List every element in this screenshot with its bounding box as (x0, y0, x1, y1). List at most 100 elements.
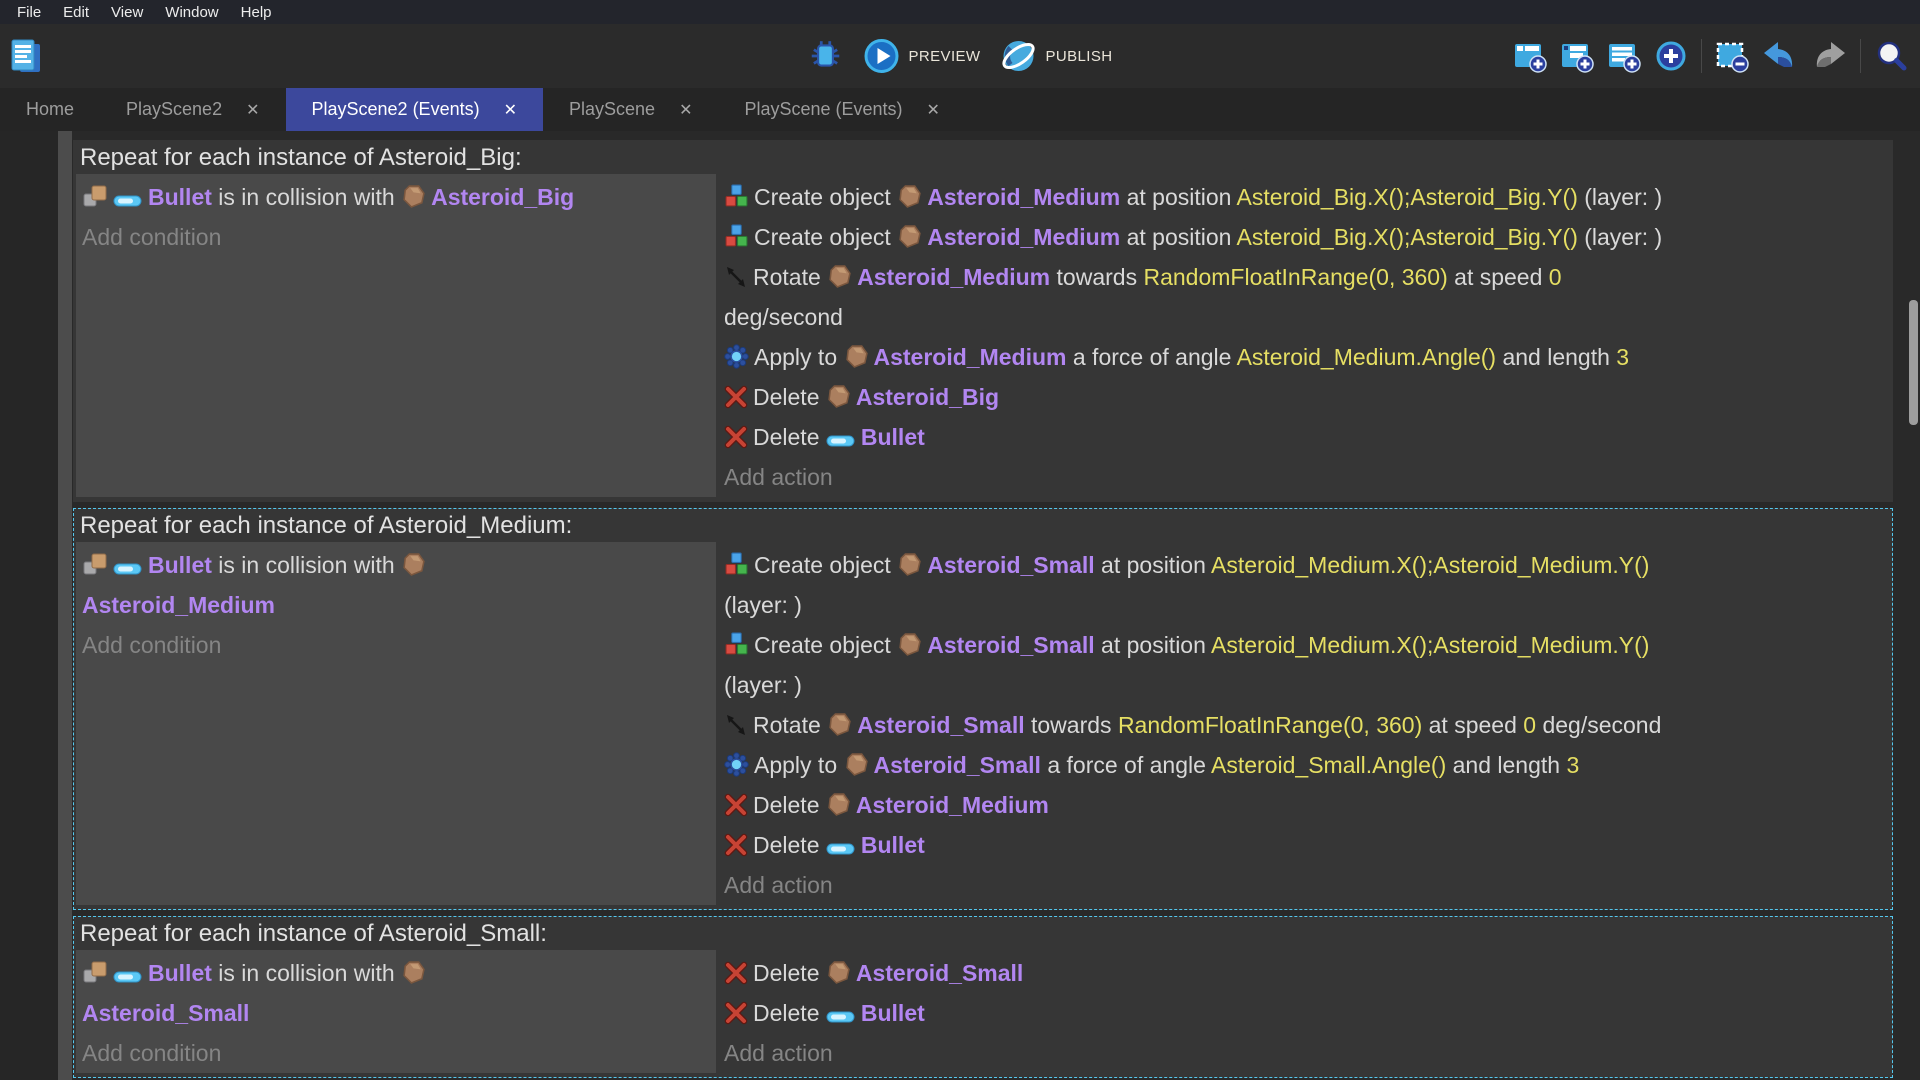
remove-selection-icon[interactable] (1715, 39, 1749, 73)
instruction-text: Delete (753, 960, 826, 986)
action-row[interactable]: Create object Asteroid_Medium at positio… (724, 217, 1882, 257)
project-manager-icon[interactable] (8, 36, 44, 76)
add-condition-button[interactable]: Add condition (82, 625, 708, 665)
event-header[interactable]: Repeat for each instance of Asteroid_Sma… (74, 917, 1892, 950)
expression-text: 0 (1549, 264, 1562, 290)
action-row[interactable]: Create object Asteroid_Small at position… (724, 545, 1882, 625)
add-action-button[interactable]: Add action (724, 865, 1882, 905)
instruction-text: and length (1446, 752, 1566, 778)
actions-column: Create object Asteroid_Small at position… (716, 542, 1892, 905)
action-row[interactable]: Delete Bullet (724, 993, 1882, 1033)
conditions-column: Bullet is in collision with Asteroid_Big… (76, 174, 716, 497)
action-row[interactable]: Delete Asteroid_Medium (724, 785, 1882, 825)
tab-close-icon[interactable]: ✕ (504, 100, 517, 120)
preview-button[interactable]: PREVIEW (864, 38, 981, 74)
vertical-scrollbar-thumb[interactable] (1909, 300, 1918, 425)
condition-row[interactable]: Bullet is in collision with Asteroid_Med… (82, 545, 708, 625)
bullet-object-icon (113, 552, 148, 578)
tab-home[interactable]: Home (0, 88, 100, 131)
add-condition-button[interactable]: Add condition (82, 1033, 708, 1073)
object-name: Asteroid_Medium (857, 264, 1050, 290)
instruction-text: Create object (754, 224, 897, 250)
collision-icon (82, 552, 113, 578)
asteroid-icon (897, 184, 927, 210)
asteroid-icon (826, 960, 856, 986)
instruction-text: Create object (754, 184, 897, 210)
menu-item-edit[interactable]: Edit (52, 4, 100, 21)
bullet-object-icon (826, 1000, 861, 1026)
tab-close-icon[interactable]: ✕ (927, 100, 940, 120)
menu-item-file[interactable]: File (6, 4, 52, 21)
instruction-text: Delete (753, 792, 826, 818)
action-row[interactable]: Rotate Asteroid_Medium towards RandomFlo… (724, 257, 1882, 337)
tab-playscene2[interactable]: PlayScene2✕ (100, 88, 285, 131)
event-block-2[interactable]: Repeat for each instance of Asteroid_Med… (73, 508, 1893, 910)
tab-playscene[interactable]: PlayScene ✕ (543, 88, 718, 131)
action-row[interactable]: Delete Bullet (724, 417, 1882, 457)
add-action-button[interactable]: Add action (724, 457, 1882, 497)
add-comment-icon[interactable] (1607, 39, 1641, 73)
condition-row[interactable]: Bullet is in collision with Asteroid_Big (82, 177, 708, 217)
expression-text: Asteroid_Small.Angle() (1211, 752, 1446, 778)
undo-icon[interactable] (1762, 40, 1798, 72)
object-name: Bullet (861, 832, 925, 858)
asteroid-icon (844, 344, 874, 370)
instruction-text: deg/second (1536, 712, 1661, 738)
event-header[interactable]: Repeat for each instance of Asteroid_Med… (74, 509, 1892, 542)
tab-close-icon[interactable]: ✕ (246, 100, 259, 120)
event-body: Bullet is in collision with Asteroid_Med… (74, 542, 1892, 909)
instruction-text: a force of angle (1066, 344, 1236, 370)
instruction-text: at position (1095, 632, 1211, 658)
publish-button[interactable]: PUBLISH (1000, 38, 1112, 74)
redo-icon[interactable] (1811, 40, 1847, 72)
delete-icon (724, 1000, 753, 1026)
expression-text: Asteroid_Big.X();Asteroid_Big.Y() (1237, 224, 1578, 250)
expression-text: Asteroid_Medium.X();Asteroid_Medium.Y() (1211, 632, 1649, 658)
action-row[interactable]: Delete Asteroid_Small (724, 953, 1882, 993)
action-row[interactable]: Rotate Asteroid_Small towards RandomFloa… (724, 705, 1882, 745)
object-name: Asteroid_Small (856, 960, 1023, 986)
add-action-button[interactable]: Add action (724, 1033, 1882, 1073)
event-block-3[interactable]: Repeat for each instance of Asteroid_Sma… (73, 916, 1893, 1078)
menu-item-help[interactable]: Help (230, 4, 283, 21)
action-row[interactable]: Create object Asteroid_Medium at positio… (724, 177, 1882, 217)
condition-row[interactable]: Bullet is in collision with Asteroid_Sma… (82, 953, 708, 1033)
tab-playscene2-events[interactable]: PlayScene2 (Events)✕ (286, 88, 544, 131)
instruction-text: Create object (754, 632, 897, 658)
add-condition-button[interactable]: Add condition (82, 217, 708, 257)
search-icon[interactable] (1874, 39, 1908, 73)
action-row[interactable]: Delete Bullet (724, 825, 1882, 865)
tab-label: Home (26, 99, 74, 120)
tab-label: PlayScene (Events) (744, 99, 902, 120)
add-event-icon[interactable] (1513, 39, 1547, 73)
event-header[interactable]: Repeat for each instance of Asteroid_Big… (74, 141, 1892, 174)
event-block-1[interactable]: Repeat for each instance of Asteroid_Big… (73, 140, 1893, 502)
debug-icon[interactable] (808, 38, 844, 74)
rotate-icon (724, 264, 753, 290)
collision-icon (82, 960, 113, 986)
menu-item-window[interactable]: Window (154, 4, 229, 21)
tab-playscene-events[interactable]: PlayScene (Events) ✕ (718, 88, 965, 131)
publish-label: PUBLISH (1045, 48, 1112, 65)
object-name: Bullet (148, 960, 212, 986)
action-row[interactable]: Create object Asteroid_Small at position… (724, 625, 1882, 705)
instruction-text: deg/second (724, 304, 843, 330)
object-name: Asteroid_Medium (927, 184, 1120, 210)
action-row[interactable]: Delete Asteroid_Big (724, 377, 1882, 417)
asteroid-icon (401, 184, 431, 210)
instruction-text: towards (1050, 264, 1143, 290)
tab-close-icon[interactable]: ✕ (679, 100, 692, 120)
asteroid-icon (844, 752, 874, 778)
action-row[interactable]: Apply to Asteroid_Small a force of angle… (724, 745, 1882, 785)
object-name: Asteroid_Small (927, 552, 1094, 578)
object-name: Asteroid_Medium (874, 344, 1067, 370)
action-row[interactable]: Apply to Asteroid_Medium a force of angl… (724, 337, 1882, 377)
instruction-text: at speed (1422, 712, 1523, 738)
events-editor: Repeat for each instance of Asteroid_Big… (0, 131, 1920, 1080)
delete-icon (724, 792, 753, 818)
instruction-text: Apply to (754, 344, 844, 370)
add-subevent-icon[interactable] (1560, 39, 1594, 73)
add-new-circle-icon[interactable] (1654, 39, 1688, 73)
tab-label: PlayScene (569, 99, 655, 120)
menu-item-view[interactable]: View (100, 4, 154, 21)
